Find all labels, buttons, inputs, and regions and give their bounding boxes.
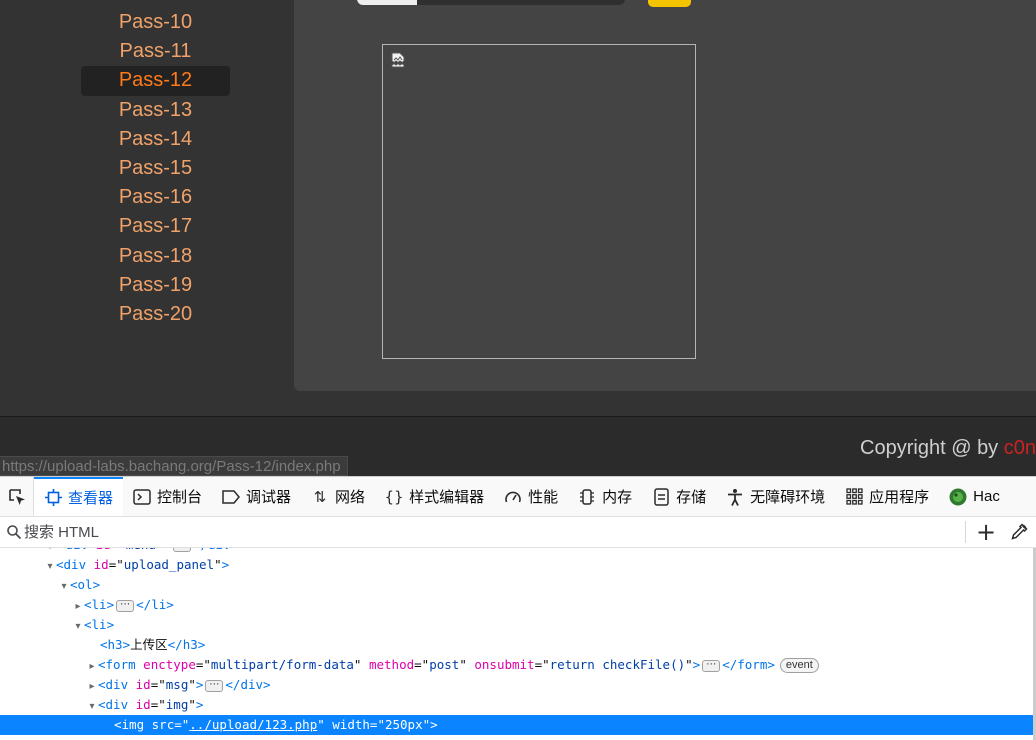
menu-item-pass-12[interactable]: Pass-12 — [81, 66, 230, 96]
status-bar-url: https://upload-labs.bachang.org/Pass-12/… — [0, 456, 348, 476]
html-search-bar: + — [0, 517, 1036, 548]
tree-row-li[interactable]: ▾ <li> — [0, 615, 1036, 635]
src-link[interactable]: ../upload/123.php — [189, 717, 317, 732]
tree-row-menu[interactable]: ▸<div id="menu">⋯</div> — [0, 548, 1036, 555]
menu-item-pass-19[interactable]: Pass-19 — [81, 271, 230, 300]
inspector-icon — [44, 489, 62, 507]
search-icon — [7, 525, 22, 540]
style-editor-icon: {} — [384, 487, 404, 506]
tab-storage[interactable]: 存储 — [642, 477, 716, 516]
tab-application[interactable]: 应用程序 — [835, 477, 939, 516]
menu-item-pass-15[interactable]: Pass-15 — [81, 154, 230, 183]
tab-performance[interactable]: 性能 — [494, 477, 568, 516]
tree-row-li[interactable]: ▸ <li> ⋯ </li> — [0, 595, 1036, 615]
toolbar-divider — [965, 521, 966, 543]
event-badge[interactable]: event — [779, 658, 819, 673]
eyedropper-icon[interactable] — [1009, 522, 1029, 542]
web-page: Pass-10 Pass-11 Pass-12 Pass-13 Pass-14 … — [0, 0, 1036, 476]
tab-inspector[interactable]: 查看器 — [34, 477, 124, 516]
pass-menu: Pass-10 Pass-11 Pass-12 Pass-13 Pass-14 … — [0, 0, 294, 416]
menu-item-pass-16[interactable]: Pass-16 — [81, 183, 230, 212]
expand-toggle[interactable]: ▸ — [86, 677, 98, 697]
application-icon — [845, 488, 863, 506]
element-picker-button[interactable] — [0, 477, 34, 516]
collapse-toggle[interactable]: ▾ — [72, 617, 84, 637]
devtools-toolbar: 查看器 控制台 调试器 ⇅ 网络 {} 样式编辑器 性能 内存 存储 无障碍环境… — [0, 477, 1036, 517]
tree-row-form[interactable]: ▸ <form enctype="multipart/form-data" met… — [0, 655, 1036, 675]
tab-network[interactable]: ⇅ 网络 — [301, 477, 375, 516]
tab-hackbar[interactable]: Hac — [939, 477, 1010, 516]
search-html-input[interactable] — [24, 521, 924, 543]
browse-button[interactable] — [357, 0, 417, 5]
collapsed-content[interactable]: ⋯ — [172, 548, 191, 552]
network-icon: ⇅ — [313, 487, 327, 506]
tree-row-msg[interactable]: ▸ <div id="msg"> ⋯ </div> — [0, 675, 1036, 695]
plus-icon: + — [975, 518, 997, 546]
menu-item-pass-13[interactable]: Pass-13 — [81, 96, 230, 125]
expand-toggle[interactable]: ▸ — [72, 597, 84, 617]
devtools-panel: 查看器 控制台 调试器 ⇅ 网络 {} 样式编辑器 性能 内存 存储 无障碍环境… — [0, 476, 1036, 740]
upload-button[interactable] — [648, 0, 691, 7]
debugger-icon — [222, 488, 241, 506]
tree-row-ol[interactable]: ▾ <ol> — [0, 575, 1036, 595]
menu-item-pass-18[interactable]: Pass-18 — [81, 242, 230, 271]
uploaded-image-box — [382, 44, 696, 359]
file-input[interactable] — [357, 0, 625, 5]
tab-style-editor[interactable]: {} 样式编辑器 — [375, 477, 494, 516]
storage-icon — [652, 487, 670, 506]
menu-item-pass-10[interactable]: Pass-10 — [81, 8, 230, 37]
accessibility-icon — [726, 488, 744, 506]
performance-icon — [504, 488, 522, 506]
tab-accessibility[interactable]: 无障碍环境 — [716, 477, 835, 516]
memory-icon — [578, 488, 596, 506]
console-icon — [133, 488, 151, 506]
collapse-toggle[interactable]: ▾ — [86, 697, 98, 717]
menu-item-pass-14[interactable]: Pass-14 — [81, 125, 230, 154]
tab-memory[interactable]: 内存 — [568, 477, 642, 516]
menu-item-pass-20[interactable]: Pass-20 — [81, 300, 230, 329]
author-link[interactable]: c0n — [1004, 437, 1036, 459]
tab-debugger[interactable]: 调试器 — [212, 477, 301, 516]
menu-item-pass-11[interactable]: Pass-11 — [81, 37, 230, 66]
collapsed-content[interactable]: ⋯ — [702, 659, 721, 672]
tree-row-img-div[interactable]: ▾ <div id="img"> — [0, 695, 1036, 715]
copyright-text: Copyright @ by c0n — [860, 437, 1036, 459]
collapse-toggle[interactable]: ▾ — [58, 577, 70, 597]
broken-image-icon — [391, 52, 405, 68]
tree-row-upload-panel[interactable]: ▾ <div id="upload_panel"> — [0, 555, 1036, 575]
tree-row-h3[interactable]: <h3>上传区</h3> — [0, 635, 1036, 655]
element-picker-icon — [8, 488, 25, 505]
expand-toggle[interactable]: ▸ — [86, 657, 98, 677]
markup-tree: ▸<div id="menu">⋯</div> ▾<div id="upload… — [0, 548, 1036, 740]
collapsed-content[interactable]: ⋯ — [116, 599, 135, 612]
hackbar-icon — [949, 488, 967, 506]
menu-item-pass-17[interactable]: Pass-17 — [81, 212, 230, 241]
add-node-button[interactable]: + — [975, 520, 997, 544]
screen: Pass-10 Pass-11 Pass-12 Pass-13 Pass-14 … — [0, 0, 1036, 740]
collapse-toggle[interactable]: ▾ — [44, 557, 56, 577]
tab-console[interactable]: 控制台 — [123, 477, 212, 516]
tree-row-img-selected[interactable]: <img src="../upload/123.php" width="250p… — [0, 715, 1036, 735]
upload-panel — [294, 0, 1036, 391]
collapsed-content[interactable]: ⋯ — [205, 679, 224, 692]
